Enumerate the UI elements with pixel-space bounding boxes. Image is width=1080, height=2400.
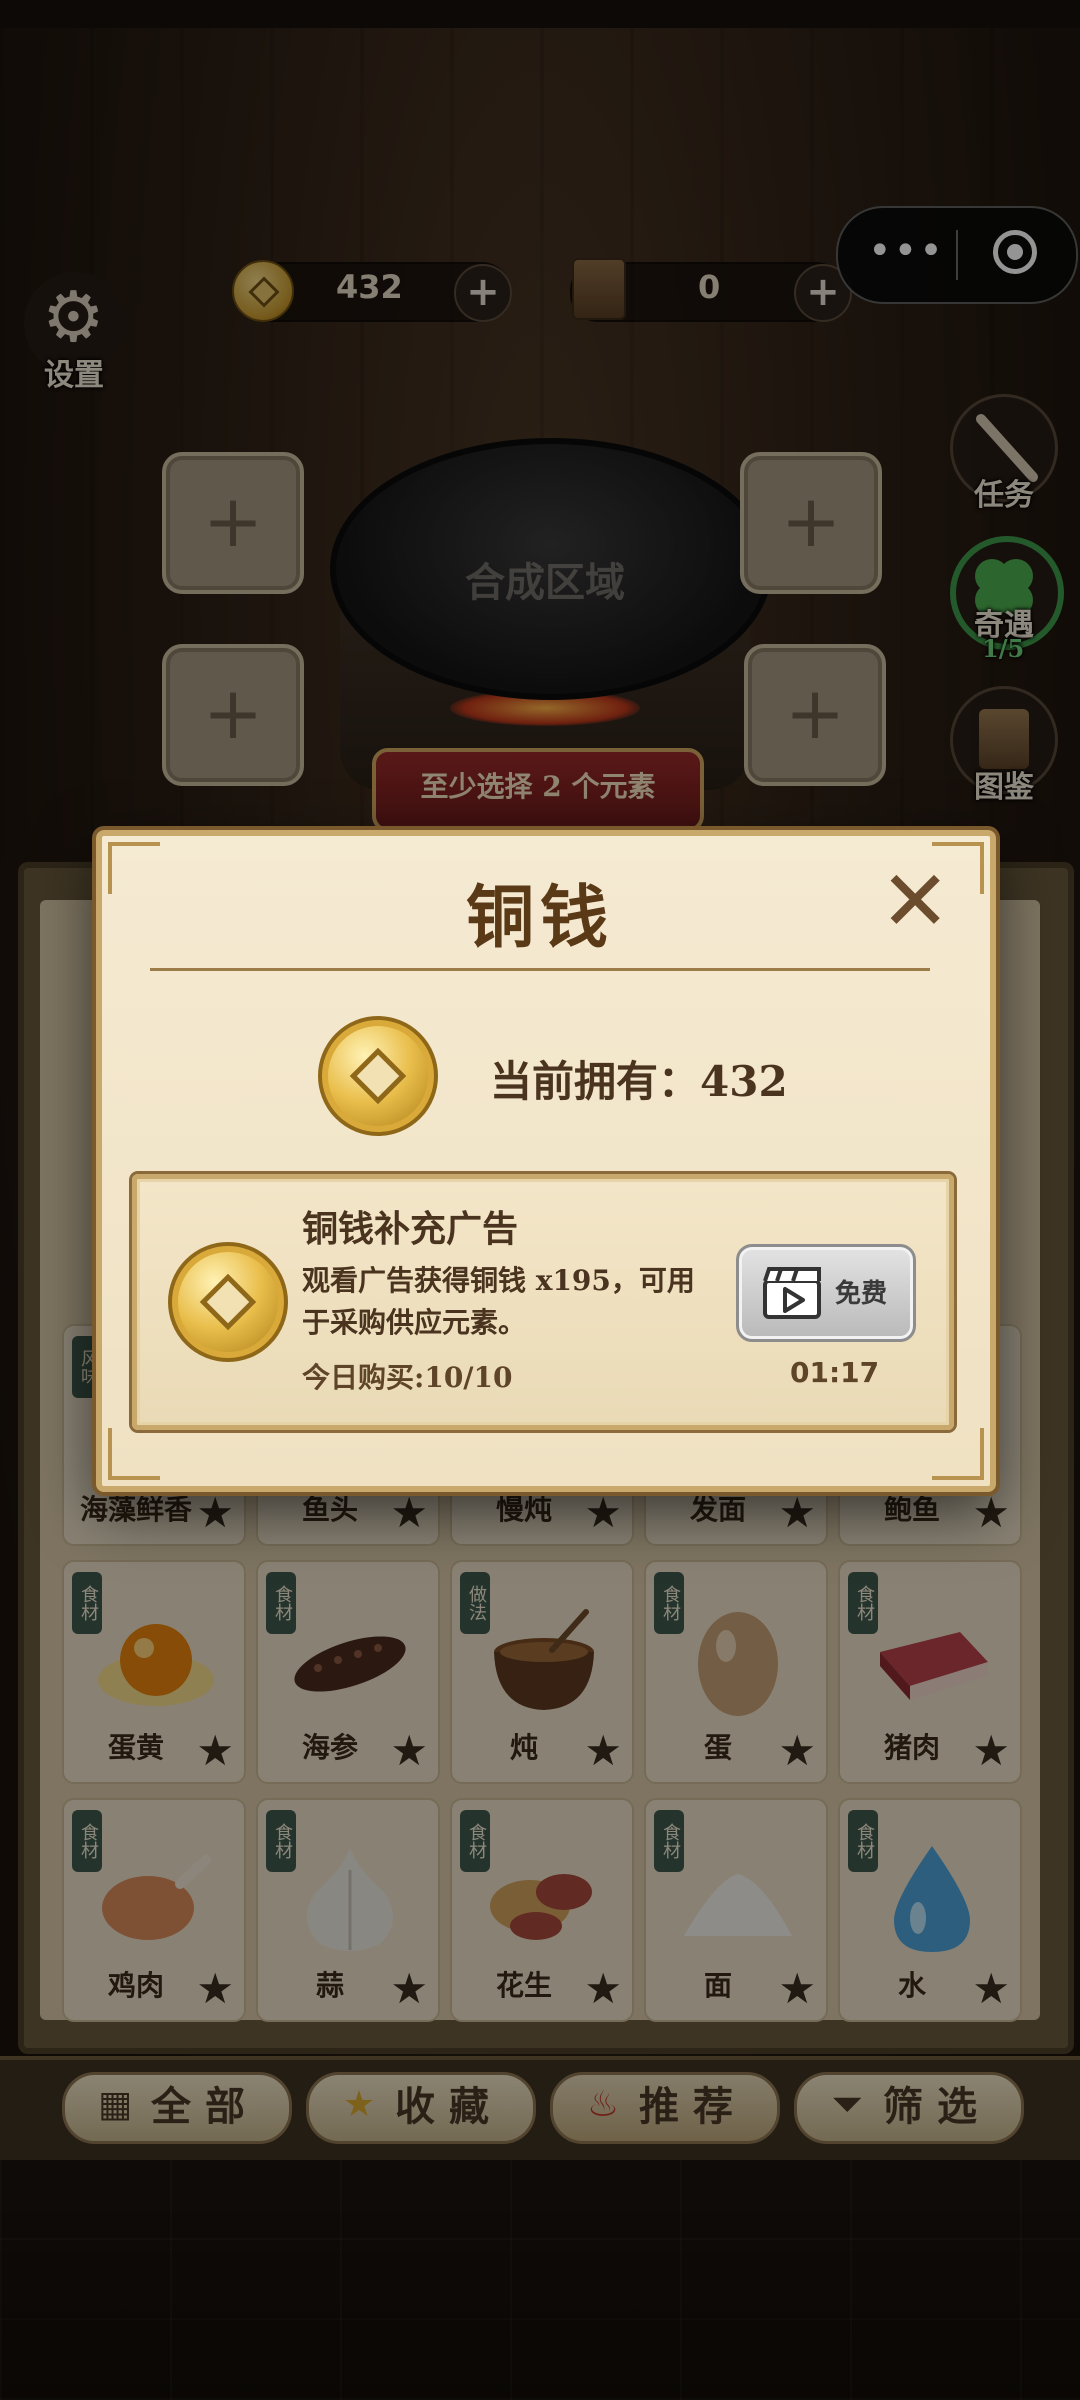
close-icon[interactable]: ✕ xyxy=(880,859,950,943)
ad-offer-title: 铜钱补充广告 xyxy=(302,1208,519,1250)
corner-ornament xyxy=(932,1428,984,1480)
coin-icon xyxy=(318,1016,438,1136)
title-divider xyxy=(150,968,930,971)
coin-hole xyxy=(349,1047,407,1105)
corner-ornament xyxy=(108,1428,160,1480)
coin-hole xyxy=(199,1273,257,1331)
owned-coins-text: 当前拥有：432 xyxy=(490,1057,788,1106)
cooldown-timer: 01:17 xyxy=(790,1356,880,1389)
daily-purchase-count: 今日购买:10/10 xyxy=(302,1361,513,1394)
free-button-label: 免费 xyxy=(835,1279,888,1309)
watch-ad-free-button[interactable]: 免费 xyxy=(736,1244,916,1342)
video-clapper-icon xyxy=(763,1267,821,1319)
coin-icon xyxy=(168,1242,288,1362)
ad-offer-description: 观看广告获得铜钱 x195，可用于采购供应元素。 xyxy=(302,1264,695,1339)
dialog-title: 铜钱 xyxy=(465,878,614,958)
